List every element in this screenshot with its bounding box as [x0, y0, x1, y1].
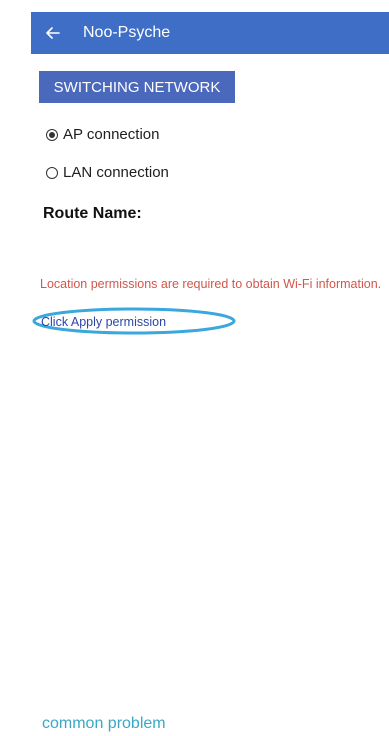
radio-lan-connection[interactable]: LAN connection — [46, 164, 169, 181]
app-title: Noo-Psyche — [83, 24, 171, 41]
radio-lan-label: LAN connection — [63, 164, 169, 181]
permission-message: Location permissions are required to obt… — [40, 277, 380, 291]
common-problem-link[interactable]: common problem — [42, 715, 166, 733]
route-name-label: Route Name: — [43, 205, 142, 222]
arrow-left-icon[interactable] — [42, 22, 64, 44]
apply-permission-link[interactable]: Click Apply permission — [41, 315, 166, 329]
radio-dot — [49, 131, 55, 138]
radio-selected-icon[interactable] — [46, 128, 58, 141]
switching-network-button[interactable]: SWITCHING NETWORK — [39, 71, 235, 103]
radio-ap-label: AP connection — [63, 126, 160, 143]
radio-unselected-icon[interactable] — [46, 166, 58, 179]
radio-ap-connection[interactable]: AP connection — [46, 126, 159, 143]
page: Noo-Psyche SWITCHING NETWORK AP connecti… — [0, 0, 389, 736]
app-bar: Noo-Psyche — [31, 12, 389, 54]
